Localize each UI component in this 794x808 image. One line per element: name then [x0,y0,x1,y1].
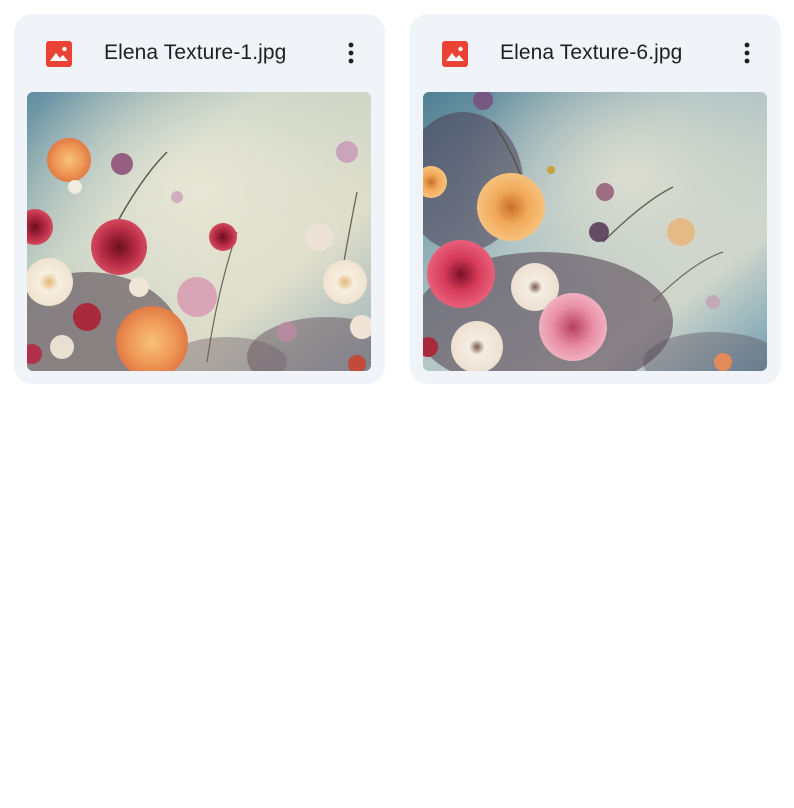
more-options-button[interactable] [333,36,369,72]
file-card[interactable]: Elena Texture-1.jpg [14,14,385,384]
more-vert-icon [348,42,354,64]
image-icon [441,40,469,68]
floral-painting-image [27,92,371,371]
floral-painting-image [423,92,767,371]
file-thumbnail[interactable] [27,92,371,371]
file-name: Elena Texture-6.jpg [500,41,683,64]
file-card-header: Elena Texture-6.jpg [410,14,781,92]
file-grid: Elena Texture-1.jpg Elena Texture-6.jpg [0,0,794,808]
image-icon [45,40,73,68]
file-name: Elena Texture-1.jpg [104,41,287,64]
more-options-button[interactable] [729,36,765,72]
file-card-header: Elena Texture-1.jpg [14,14,385,92]
more-vert-icon [744,42,750,64]
file-thumbnail[interactable] [423,92,767,371]
file-card[interactable]: Elena Texture-6.jpg [410,14,781,384]
